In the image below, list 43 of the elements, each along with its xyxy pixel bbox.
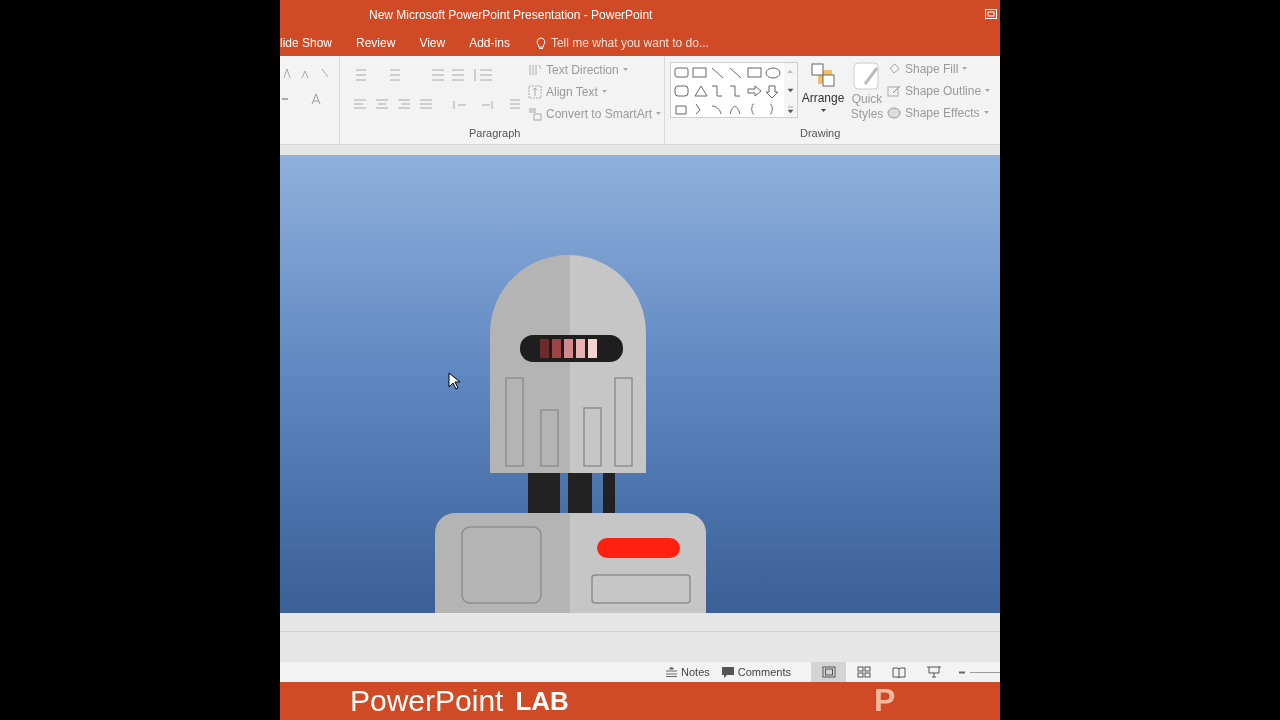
comment-icon [721, 666, 734, 678]
tell-me-field[interactable]: Tell me what you want to do... [535, 34, 751, 52]
lightbulb-icon [535, 36, 546, 50]
book-icon [891, 666, 906, 678]
caret-icon [656, 112, 662, 115]
banner-logo: P [874, 684, 896, 716]
caret-icon [985, 89, 991, 92]
caret-icon [601, 90, 607, 93]
ribbon-tab[interactable]: lide Show [280, 30, 345, 56]
cursor-icon [448, 372, 460, 390]
shapes-icon [674, 66, 784, 116]
caret-icon [622, 68, 628, 71]
gallery-scroll-icon[interactable] [784, 63, 797, 117]
text-direction-icon [528, 62, 542, 77]
arrange-button[interactable]: Arrange [803, 62, 843, 112]
notes-icon [666, 667, 678, 677]
banner-title: PowerPoint [350, 686, 504, 716]
shapes-gallery[interactable] [670, 62, 798, 118]
view-button[interactable] [811, 662, 846, 682]
banner-subtitle: LAB [515, 688, 569, 714]
paintbrush-icon [853, 62, 881, 92]
shape-effects-icon [887, 105, 901, 120]
pencil-icon [887, 83, 901, 98]
smartart-icon [528, 106, 542, 121]
arrange-icon [810, 62, 836, 88]
ribbon-tab[interactable]: Review [344, 30, 408, 56]
restore-icon[interactable] [985, 9, 997, 19]
zoom-out-icon[interactable] [959, 670, 965, 674]
caret-icon [820, 109, 826, 112]
caret-icon [962, 67, 968, 70]
caret-icon [983, 111, 989, 114]
group-label: Paragraph [469, 125, 521, 141]
align-text-icon [528, 84, 542, 99]
projector-screen-icon [926, 666, 941, 678]
align-icon[interactable] [352, 98, 522, 112]
group-label: Drawing [800, 125, 841, 141]
notes-button[interactable]: Notes [666, 663, 710, 681]
ribbon-tab[interactable]: View [407, 30, 458, 56]
normal-view-icon [821, 666, 836, 678]
comments-button[interactable]: Comments [721, 663, 791, 681]
window-title: New Microsoft PowerPoint Presentation - PowerPoint [369, 7, 653, 24]
slide-sorter-icon [856, 666, 871, 678]
ribbon-tab[interactable]: Add-ins [457, 30, 522, 56]
